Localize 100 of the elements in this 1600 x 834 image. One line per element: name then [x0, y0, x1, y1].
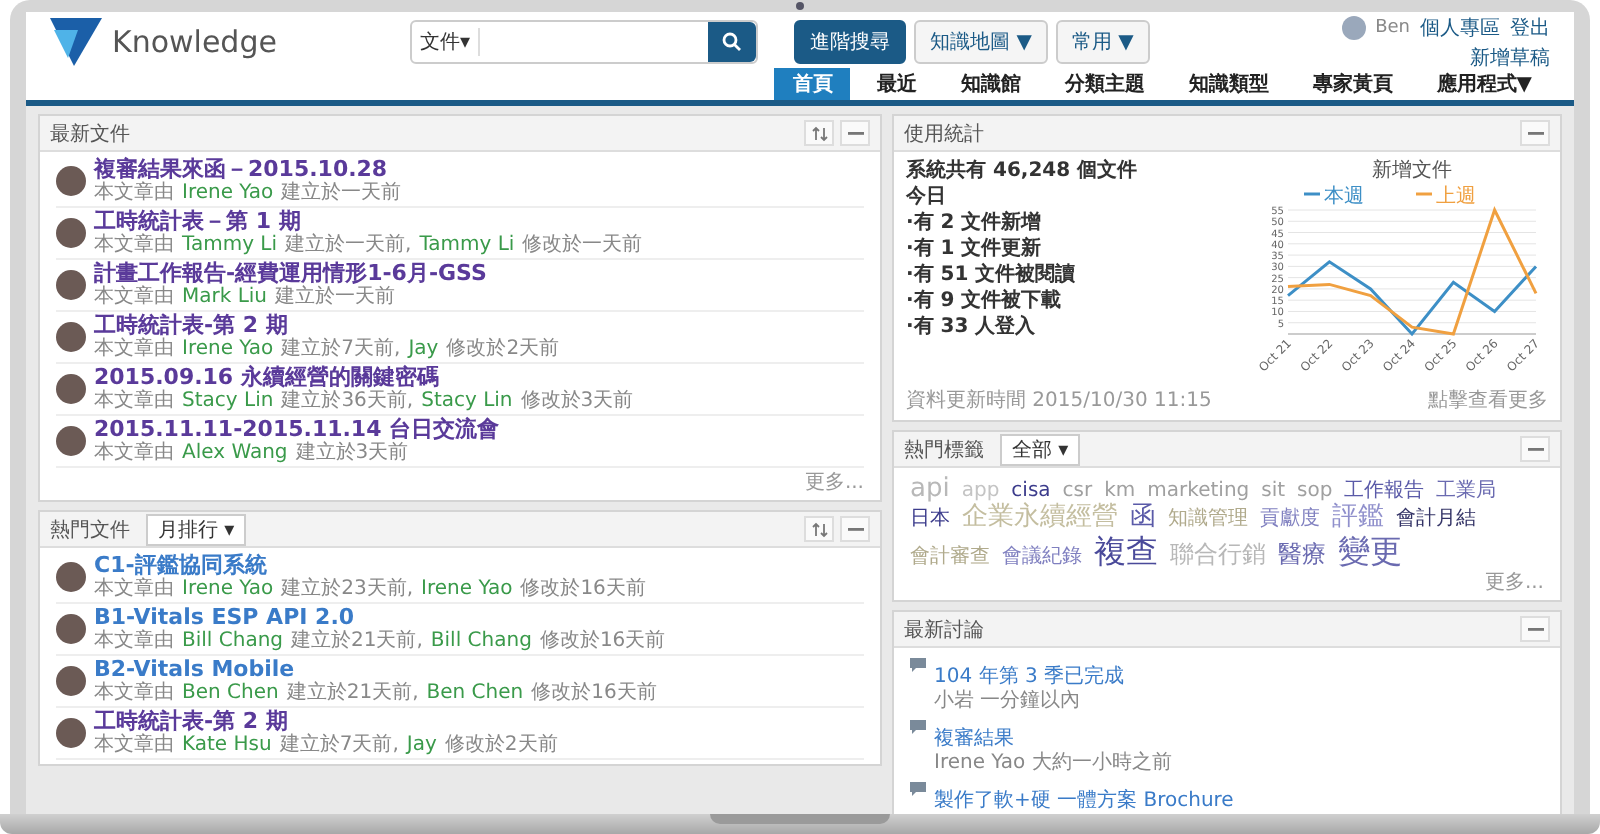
- document-link[interactable]: 2015.11.11-2015.11.14 台日交流會: [94, 418, 500, 442]
- collapse-button[interactable]: [1520, 120, 1550, 146]
- tag-link[interactable]: 貢獻度: [1260, 508, 1320, 531]
- author-link[interactable]: Kate Hsu: [182, 734, 272, 756]
- meta-text: 修改於16天前: [520, 578, 646, 600]
- meta-text: 本文章由: [94, 182, 174, 204]
- editor-link[interactable]: Irene Yao: [421, 578, 513, 600]
- meta-text: 建立於36天前,: [281, 390, 414, 412]
- filter-dropdown[interactable]: 月排行 ▾: [146, 513, 247, 545]
- stats-line: ·有 1 文件更新: [906, 238, 1044, 262]
- nav-tab[interactable]: 首頁: [774, 68, 851, 100]
- author-link[interactable]: Mark Liu: [182, 286, 268, 308]
- header-button[interactable]: 常用 ▼: [1055, 20, 1150, 64]
- tag-link[interactable]: 會議紀錄: [1002, 545, 1082, 568]
- author-link[interactable]: Irene Yao: [182, 182, 274, 204]
- tag-link[interactable]: 複查: [1094, 533, 1158, 569]
- header-button[interactable]: 進階搜尋: [794, 20, 907, 64]
- document-link[interactable]: 工時統計表-第 2 期: [94, 314, 560, 338]
- sort-button[interactable]: [804, 120, 834, 146]
- document-link[interactable]: 工時統計表-第 2 期: [94, 710, 558, 734]
- document-link[interactable]: C1-評鑑協同系統: [94, 554, 646, 578]
- document-link[interactable]: 複審結果來函－2015.10.28: [94, 158, 402, 182]
- meta-text: 本文章由: [94, 442, 174, 464]
- update-time: 資料更新時間 2015/10/30 11:15: [906, 387, 1212, 414]
- panel-title: 熱門標籤: [904, 437, 984, 463]
- discussion-link[interactable]: 104 年第 3 季已完成: [934, 666, 1124, 689]
- document-link[interactable]: 計畫工作報告-經費運用情形1-6月-GSS: [94, 262, 487, 286]
- document-link[interactable]: B1-Vitals ESP API 2.0: [94, 606, 666, 630]
- editor-link[interactable]: Stacy Lin: [421, 390, 513, 412]
- tag-link[interactable]: cisa: [1011, 480, 1051, 502]
- nav-tab[interactable]: 最近: [858, 68, 935, 100]
- tag-link[interactable]: 工作報告: [1344, 480, 1425, 502]
- editor-link[interactable]: Ben Chen: [426, 682, 524, 704]
- collapse-button[interactable]: [1520, 436, 1550, 462]
- nav-tab[interactable]: 專家黃頁: [1294, 68, 1411, 100]
- minus-icon: [847, 131, 863, 135]
- search-field[interactable]: 文件▾: [410, 20, 759, 64]
- tag-link[interactable]: 變更: [1338, 533, 1402, 569]
- tag-link[interactable]: sop: [1297, 480, 1333, 502]
- meta-text: 本文章由: [94, 630, 174, 652]
- tag-link[interactable]: 評鑑: [1332, 504, 1384, 534]
- sort-button[interactable]: [804, 516, 834, 542]
- meta-text: 本文章由: [94, 734, 174, 756]
- header-button[interactable]: 知識地圖 ▼: [914, 20, 1048, 64]
- tag-link[interactable]: 醫療: [1278, 541, 1326, 568]
- tag-link[interactable]: 知識管理: [1168, 508, 1248, 531]
- panel-title: 熱門文件: [50, 517, 130, 543]
- editor-link[interactable]: Tammy Li: [419, 234, 515, 256]
- minus-icon: [1527, 627, 1543, 632]
- nav-tab[interactable]: 分類主題: [1046, 68, 1163, 100]
- editor-link[interactable]: Jay: [406, 734, 437, 756]
- tag-link[interactable]: 日本: [910, 508, 950, 531]
- document-link[interactable]: B2-Vitals Mobile: [94, 658, 657, 682]
- nav-tab[interactable]: 應用程式▼: [1418, 68, 1550, 100]
- discussion-link[interactable]: 製作了軟+硬 一體方案 Brochure: [934, 790, 1234, 813]
- author-link[interactable]: Stacy Lin: [182, 390, 274, 412]
- new-draft-link[interactable]: 新增草稿: [1470, 43, 1550, 71]
- collapse-button[interactable]: [840, 120, 870, 146]
- author-link[interactable]: Irene Yao: [182, 578, 274, 600]
- meta-text: 建立於23天前,: [281, 578, 414, 600]
- meta-text: 本文章由: [94, 234, 174, 256]
- editor-link[interactable]: Bill Chang: [430, 630, 532, 652]
- more-link[interactable]: 更多...: [1484, 572, 1544, 595]
- panel-title: 最新文件: [50, 121, 130, 147]
- tag-link[interactable]: 會計月結: [1396, 508, 1476, 531]
- stats-line: ·有 51 文件被閱讀: [906, 264, 1078, 288]
- tag-link[interactable]: csr: [1062, 480, 1093, 502]
- user-link[interactable]: 登出: [1510, 13, 1550, 41]
- stats-total: 系統共有 46,248 個文件: [906, 160, 1138, 184]
- search-button[interactable]: [708, 22, 757, 62]
- more-link[interactable]: 點擊查看更多: [1428, 386, 1548, 414]
- tag-link[interactable]: km: [1104, 480, 1136, 502]
- tag-link[interactable]: 工業局: [1436, 480, 1497, 502]
- author-link[interactable]: Bill Chang: [182, 630, 284, 652]
- avatar-icon: [56, 666, 86, 696]
- filter-dropdown[interactable]: 全部 ▾: [1000, 433, 1081, 465]
- author-link[interactable]: Ben Chen: [182, 682, 279, 704]
- collapse-button[interactable]: [840, 516, 870, 542]
- tag-link[interactable]: sit: [1261, 480, 1286, 502]
- user-name: Ben: [1375, 17, 1410, 37]
- meta-text: 本文章由: [94, 286, 174, 308]
- tag-link[interactable]: 函: [1130, 504, 1156, 534]
- editor-link[interactable]: Jay: [408, 338, 439, 360]
- document-link[interactable]: 工時統計表－第 1 期: [94, 210, 643, 234]
- collapse-button[interactable]: [1520, 616, 1550, 643]
- author-link[interactable]: Tammy Li: [182, 234, 278, 256]
- tag-link[interactable]: 會計審查: [910, 545, 990, 568]
- meta-text: 建立於一天前: [275, 286, 396, 308]
- more-link[interactable]: 更多...: [804, 472, 864, 494]
- author-link[interactable]: Irene Yao: [182, 338, 274, 360]
- tag-link[interactable]: marketing: [1147, 480, 1250, 502]
- swap-arrows-icon: [811, 125, 827, 141]
- discussion-link[interactable]: 複審結果: [934, 728, 1014, 751]
- nav-tab[interactable]: 知識類型: [1170, 68, 1287, 100]
- author-link[interactable]: Alex Wang: [182, 442, 288, 464]
- nav-tab[interactable]: 知識館: [942, 68, 1039, 100]
- user-link[interactable]: 個人專區: [1420, 13, 1500, 41]
- panel-title: 最新討論: [904, 617, 984, 644]
- legend-label: 上週: [1436, 184, 1476, 208]
- document-link[interactable]: 2015.09.16 永續經營的關鍵密碼: [94, 366, 634, 390]
